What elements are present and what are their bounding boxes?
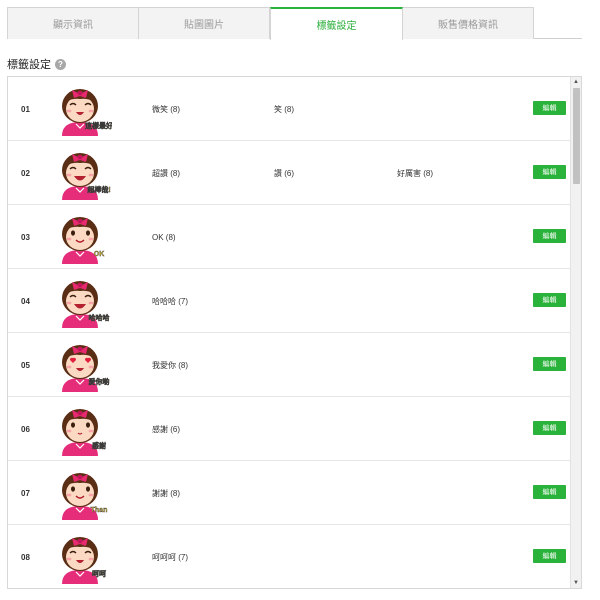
- scrollbar[interactable]: ▲ ▼: [570, 77, 581, 588]
- row-number: 08: [21, 552, 30, 562]
- table-row: 08 呵呵 呵呵呵 (7) 編輯: [8, 525, 571, 588]
- scroll-up-arrow-icon[interactable]: ▲: [571, 77, 581, 87]
- tab-sale-price-info[interactable]: 販售價格資訊: [402, 7, 534, 39]
- tab-display-info[interactable]: 顯示資訊: [7, 7, 139, 39]
- table-row: 02 超棒哉! 超讚 (8) 讚 (6) 好厲害 (8) 編輯: [8, 141, 571, 205]
- tag-1: 謝謝 (8): [152, 488, 180, 498]
- edit-button[interactable]: 編輯: [533, 549, 566, 563]
- tag-1: 呵呵呵 (7): [152, 552, 188, 562]
- tab-sticker-images[interactable]: 貼圖圖片: [138, 7, 270, 39]
- tag-table: 01 這樣最好 微笑 (8) 笑 (8) 編輯 02 超棒哉! 超讚 (8) 讚…: [7, 76, 582, 589]
- sticker-lettering: 這樣最好: [85, 121, 112, 130]
- row-number: 05: [21, 360, 30, 370]
- edit-button[interactable]: 編輯: [533, 357, 566, 371]
- tag-2: 笑 (8): [274, 104, 294, 114]
- sticker-image: 這樣最好: [52, 80, 113, 138]
- help-icon[interactable]: ?: [55, 58, 66, 70]
- table-row: 05 愛你喲 我愛你 (8) 編輯: [8, 333, 571, 397]
- sticker-image: Than: [52, 464, 112, 522]
- edit-button[interactable]: 編輯: [533, 485, 566, 499]
- section-title-text: 標籤設定: [7, 59, 51, 71]
- sticker-image: 呵呵: [52, 528, 112, 586]
- row-number: 01: [21, 104, 30, 114]
- row-number: 07: [21, 488, 30, 498]
- tag-1: 我愛你 (8): [152, 360, 188, 370]
- sticker-image: OK: [52, 208, 112, 266]
- row-number: 02: [21, 168, 30, 178]
- edit-button[interactable]: 編輯: [533, 165, 566, 179]
- table-row: 06 感謝 感謝 (6) 編輯: [8, 397, 571, 461]
- edit-button[interactable]: 編輯: [533, 421, 566, 435]
- row-number: 06: [21, 424, 30, 434]
- table-row: 01 這樣最好 微笑 (8) 笑 (8) 編輯: [8, 77, 571, 141]
- edit-button[interactable]: 編輯: [533, 293, 566, 307]
- tag-rows: 01 這樣最好 微笑 (8) 笑 (8) 編輯 02 超棒哉! 超讚 (8) 讚…: [8, 77, 571, 588]
- row-number: 04: [21, 296, 30, 306]
- edit-button[interactable]: 編輯: [533, 101, 566, 115]
- sticker-image: 哈哈哈: [52, 272, 112, 330]
- tag-1: 微笑 (8): [152, 104, 180, 114]
- sticker-lettering: Than: [91, 507, 108, 514]
- tag-2: 讚 (6): [274, 168, 294, 178]
- sticker-image: 感謝: [52, 400, 112, 458]
- tag-1: OK (8): [152, 232, 176, 242]
- tab-bar: 顯示資訊 貼圖圖片 標籤設定 販售價格資訊: [7, 7, 582, 40]
- sticker-lettering: 超棒哉!: [87, 185, 110, 194]
- sticker-lettering: OK: [94, 251, 105, 258]
- row-number: 03: [21, 232, 30, 242]
- sticker-image: 愛你喲: [52, 336, 112, 394]
- sticker-lettering: 哈哈哈: [89, 313, 110, 322]
- tag-3: 好厲害 (8): [397, 168, 433, 178]
- tag-1: 感謝 (6): [152, 424, 180, 434]
- tab-tag-settings[interactable]: 標籤設定: [270, 7, 403, 40]
- sticker-lettering: 愛你喲: [89, 377, 110, 386]
- tag-1: 哈哈哈 (7): [152, 296, 188, 306]
- table-row: 04 哈哈哈 哈哈哈 (7) 編輯: [8, 269, 571, 333]
- edit-button[interactable]: 編輯: [533, 229, 566, 243]
- scroll-thumb[interactable]: [573, 88, 580, 184]
- section-title: 標籤設定 ?: [7, 56, 66, 72]
- sticker-image: 超棒哉!: [52, 144, 112, 202]
- table-row: 03 OK OK (8) 編輯: [8, 205, 571, 269]
- table-row: 07 Than 謝謝 (8) 編輯: [8, 461, 571, 525]
- tag-1: 超讚 (8): [152, 168, 180, 178]
- sticker-lettering: 呵呵: [92, 570, 106, 578]
- scroll-down-arrow-icon[interactable]: ▼: [571, 578, 581, 588]
- sticker-lettering: 感謝: [92, 441, 106, 450]
